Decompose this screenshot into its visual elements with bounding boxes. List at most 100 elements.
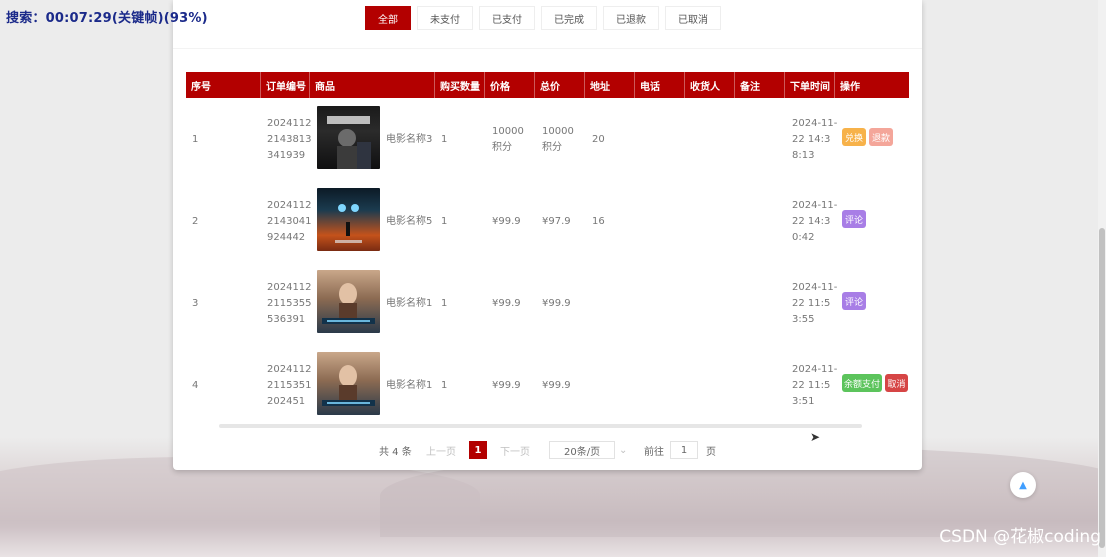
order-time: 2024-11- 22 11:5 3:55	[792, 280, 837, 328]
price: 10000 积分	[492, 124, 524, 156]
comment-button[interactable]: 评论	[842, 210, 866, 228]
column-header: 价格	[485, 72, 535, 98]
order-time-line: 8:13	[792, 150, 815, 161]
order-time-line: 22 11:5	[792, 298, 831, 309]
refund-button[interactable]: 退款	[869, 128, 893, 146]
goto-page-input[interactable]: 1	[670, 441, 698, 459]
page-size-select[interactable]: 20条/页 ⌄	[549, 441, 627, 459]
goto-page-input-wrap[interactable]: 1	[670, 441, 698, 459]
tab-paid[interactable]: 已支付	[479, 6, 535, 30]
product-poster-image[interactable]	[317, 106, 380, 169]
current-page[interactable]: 1	[469, 441, 487, 459]
price: ¥99.9	[492, 298, 521, 309]
order-number-line: 2024112	[267, 282, 312, 293]
table-header: 序号 订单编号 商品 购买数量 价格 总价 地址 电话 收货人 备注 下单时间 …	[186, 72, 909, 98]
tab-completed[interactable]: 已完成	[541, 6, 597, 30]
column-header: 操作	[840, 81, 860, 93]
prev-page-button[interactable]: 上一页	[426, 441, 456, 459]
column-header: 电话	[635, 72, 685, 98]
order-time-line: 3:51	[792, 396, 815, 407]
column-header: 订单编号	[261, 72, 310, 98]
order-time-line: 2024-11-	[792, 364, 838, 375]
redeem-button[interactable]: 兑换	[842, 128, 866, 146]
product-poster-image[interactable]	[317, 270, 380, 333]
orders-panel: 全部 未支付 已支付 已完成 已退款 已取消 序号 订单编号 商品 购买数量 价…	[173, 0, 922, 470]
column-header: 下单时间	[785, 72, 835, 98]
order-time-line: 2024-11-	[792, 118, 838, 129]
page-suffix: 页	[706, 446, 716, 458]
caret-up-icon: ▲	[1019, 479, 1027, 491]
order-number-line: 2024112	[267, 200, 312, 211]
search-timer-overlay: 搜索：00:07:29(关键帧)(93%)	[6, 11, 208, 26]
price: ¥99.9	[492, 216, 521, 227]
total: 10000 积分	[542, 124, 574, 156]
page-size-value[interactable]: 20条/页	[549, 441, 615, 459]
column-header: 序号	[186, 72, 261, 98]
column-header: 备注	[735, 72, 785, 98]
page-number[interactable]: 1	[469, 441, 487, 459]
total: ¥99.9	[542, 380, 571, 391]
address: 20	[592, 134, 605, 145]
table-row: 3 2024112 2115355 536391 电影名称1 1 ¥99.9 ¥…	[186, 264, 909, 346]
product-name: 电影名称1	[386, 380, 433, 391]
table-row: 2 2024112 2143041 924442 电影名称5 1 ¥99.9 ¥…	[186, 182, 909, 264]
price-line: 积分	[492, 142, 512, 153]
table-row: 4 2024112 2115351 202451 电影名称1 1 ¥99.9 ¥…	[186, 346, 909, 428]
order-number-line: 2024112	[267, 364, 312, 375]
row-index: 4	[192, 380, 199, 391]
order-time-line: 0:42	[792, 232, 815, 243]
comment-button[interactable]: 评论	[842, 292, 866, 310]
csdn-watermark: CSDN @花椒coding	[939, 527, 1101, 547]
scrollbar-thumb[interactable]	[1099, 228, 1105, 548]
order-number-line: 924442	[267, 232, 306, 243]
table-horizontal-scrollbar[interactable]	[219, 424, 862, 428]
total-line: 10000	[542, 126, 574, 137]
divider	[173, 48, 922, 49]
row-index: 3	[192, 298, 199, 309]
total-line: 积分	[542, 142, 562, 153]
order-number-line: 536391	[267, 314, 306, 325]
column-header: 总价	[535, 72, 585, 98]
order-time-line: 22 11:5	[792, 380, 831, 391]
order-time-line: 2024-11-	[792, 282, 838, 293]
row-index: 1	[192, 134, 199, 145]
product-name: 电影名称5	[386, 216, 433, 227]
order-number-line: 2143813	[267, 134, 312, 145]
order-number-line: 202451	[267, 396, 306, 407]
table-row: 1 2024112 2143813 341939 电影名称3 1 10000 积…	[186, 100, 909, 182]
address: 16	[592, 216, 605, 227]
order-number-line: 2115351	[267, 380, 312, 391]
order-number: 2024112 2115355 536391	[267, 280, 312, 328]
order-time-line: 22 14:3	[792, 134, 831, 145]
column-header: 商品	[310, 72, 435, 98]
chevron-down-icon: ⌄	[619, 444, 628, 456]
order-time-line: 22 14:3	[792, 216, 831, 227]
order-time: 2024-11- 22 14:3 0:42	[792, 198, 837, 246]
tab-all[interactable]: 全部	[365, 6, 411, 30]
order-time-line: 2024-11-	[792, 200, 838, 211]
tab-unpaid[interactable]: 未支付	[417, 6, 473, 30]
page-scrollbar[interactable]	[1098, 0, 1106, 557]
order-time: 2024-11- 22 14:3 8:13	[792, 116, 837, 164]
tab-cancelled[interactable]: 已取消	[665, 6, 721, 30]
total: ¥99.9	[542, 298, 571, 309]
column-header: 收货人	[685, 72, 735, 98]
goto-label: 前往	[644, 446, 664, 458]
price-line: 10000	[492, 126, 524, 137]
order-time-line: 3:55	[792, 314, 815, 325]
quantity: 1	[441, 380, 448, 391]
next-page-button[interactable]: 下一页	[500, 441, 530, 459]
mouse-cursor-icon: ➤	[810, 430, 821, 444]
order-number: 2024112 2115351 202451	[267, 362, 312, 410]
product-poster-image[interactable]	[317, 188, 380, 251]
quantity: 1	[441, 134, 448, 145]
tab-refunded[interactable]: 已退款	[603, 6, 659, 30]
order-status-tabs: 全部 未支付 已支付 已完成 已退款 已取消	[365, 6, 721, 30]
product-poster-image[interactable]	[317, 352, 380, 415]
pagination-total: 共 4 条	[379, 446, 412, 458]
price: ¥99.9	[492, 380, 521, 391]
balance-pay-button[interactable]: 余额支付	[842, 374, 882, 392]
cancel-order-button[interactable]: 取消	[885, 374, 908, 392]
order-number: 2024112 2143041 924442	[267, 198, 312, 246]
back-to-top-button[interactable]: ▲	[1010, 472, 1036, 498]
